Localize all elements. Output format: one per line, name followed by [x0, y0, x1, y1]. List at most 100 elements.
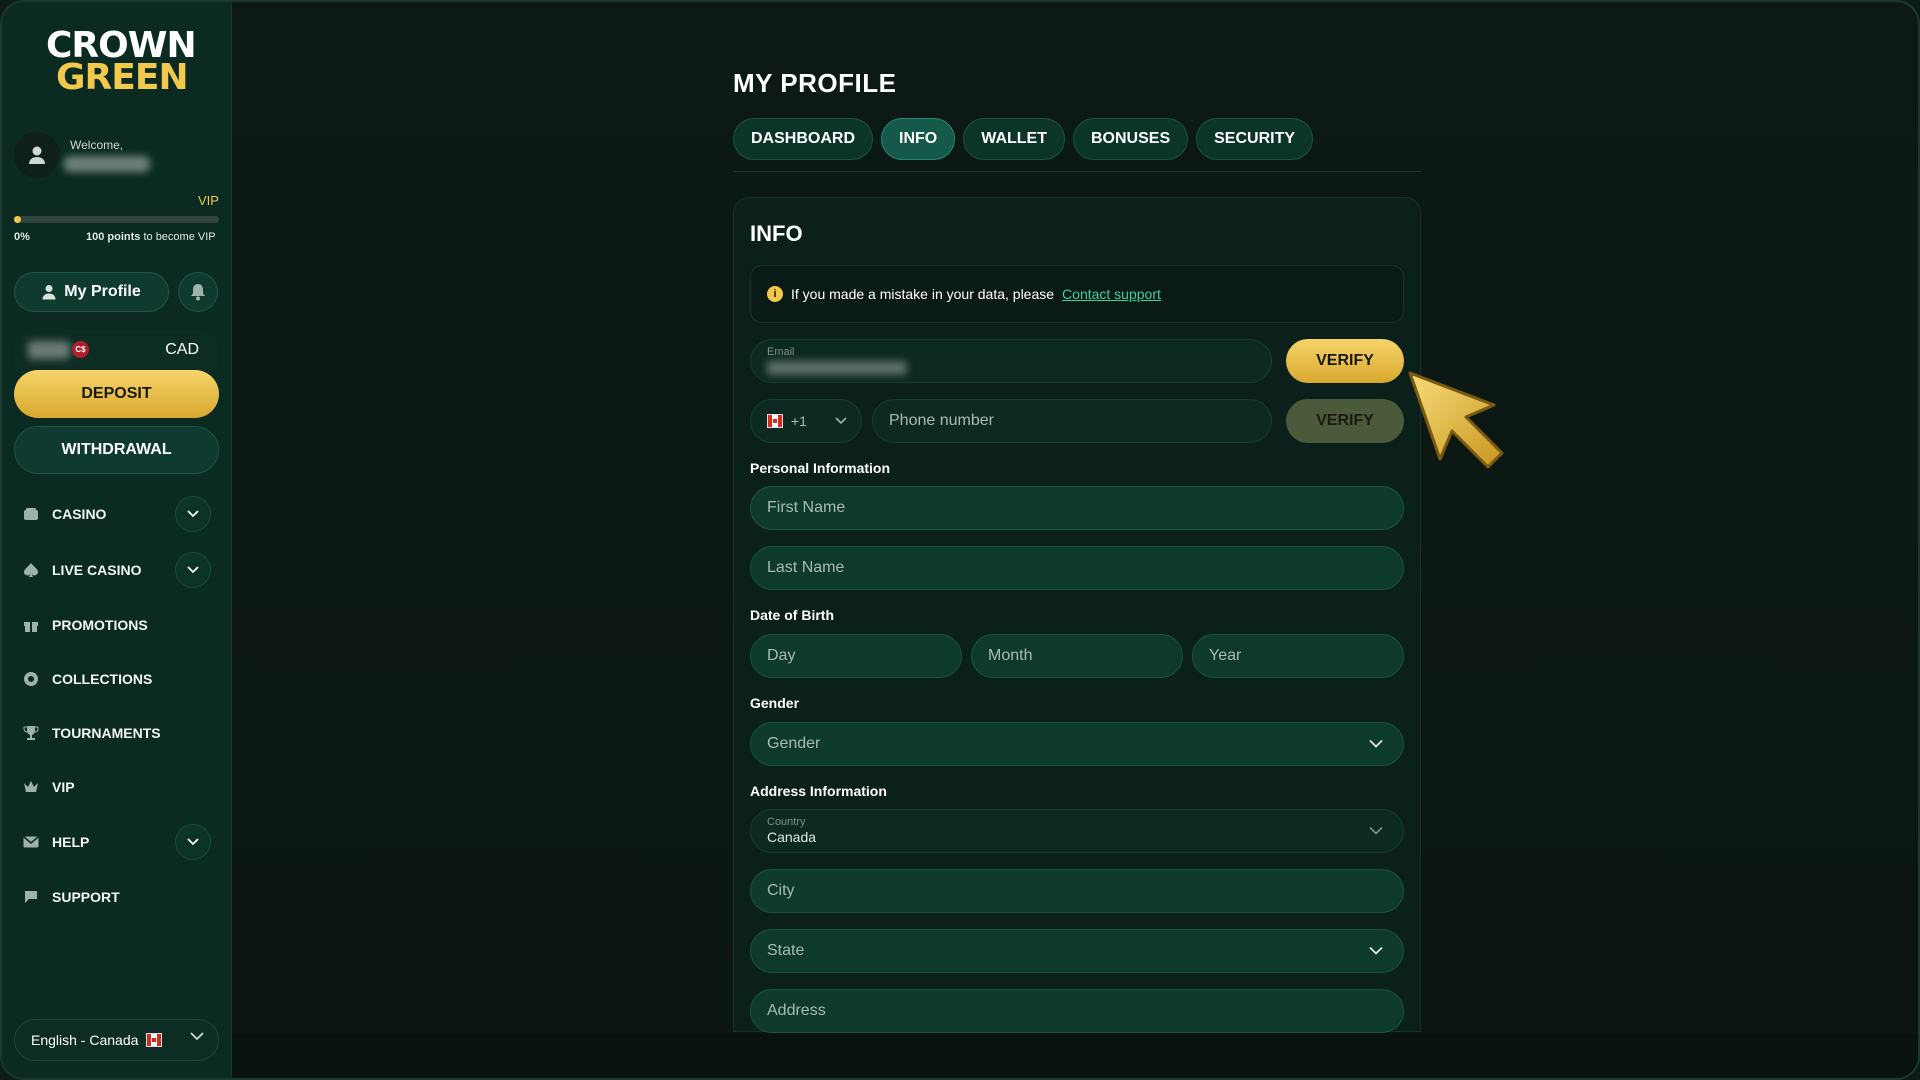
- vip-points-text: 100 points to become VIP: [86, 231, 216, 243]
- nav-label: TOURNAMENTS: [52, 725, 161, 741]
- tab-bonuses[interactable]: BONUSES: [1072, 118, 1189, 160]
- last-name-input[interactable]: Last Name: [750, 546, 1404, 590]
- casino-icon: [22, 505, 40, 523]
- gender-select[interactable]: Gender: [750, 722, 1404, 766]
- tab-security[interactable]: SECURITY: [1196, 118, 1314, 160]
- city-input[interactable]: City: [750, 869, 1404, 913]
- chevron-down-icon: [187, 510, 199, 518]
- deposit-button[interactable]: DEPOSIT: [14, 370, 219, 418]
- avatar[interactable]: [14, 132, 60, 178]
- gift-icon: [22, 616, 40, 634]
- verify-phone-button[interactable]: VERIFY: [1286, 399, 1404, 443]
- trophy-icon: [22, 724, 40, 742]
- language-label: English - Canada: [31, 1032, 139, 1048]
- dob-day-input[interactable]: Day: [750, 634, 962, 678]
- phone-code: +1: [791, 413, 807, 429]
- canada-flag-icon: [767, 414, 783, 428]
- welcome-text: Welcome,: [70, 138, 124, 152]
- balance-display: C$ CAD: [14, 330, 219, 372]
- help-expand-button[interactable]: [175, 824, 211, 860]
- dob-month-input[interactable]: Month: [971, 634, 1183, 678]
- notifications-button[interactable]: [178, 272, 218, 312]
- chevron-down-icon: [835, 417, 847, 425]
- vip-label: VIP: [198, 193, 219, 208]
- country-value: Canada: [767, 829, 817, 845]
- user-icon: [29, 146, 45, 164]
- phone-number-input[interactable]: Phone number: [872, 399, 1272, 443]
- country-select[interactable]: Country Canada: [750, 809, 1404, 853]
- withdrawal-button[interactable]: WITHDRAWAL: [14, 426, 219, 474]
- phone-code-select[interactable]: +1: [750, 399, 862, 443]
- personal-info-label: Personal Information: [750, 460, 891, 476]
- vip-points-strong: 100 points: [86, 231, 141, 243]
- language-selector[interactable]: English - Canada: [14, 1019, 219, 1061]
- nav-label: VIP: [52, 779, 75, 795]
- dob-year-input[interactable]: Year: [1192, 634, 1404, 678]
- user-icon: [42, 285, 56, 300]
- address-info-label: Address Information: [750, 783, 887, 799]
- gender-label: Gender: [750, 695, 800, 711]
- city-placeholder: City: [767, 882, 795, 899]
- nav-item-tournaments[interactable]: TOURNAMENTS: [22, 714, 217, 752]
- email-field[interactable]: Email: [750, 339, 1272, 383]
- tabs-divider: [733, 171, 1421, 172]
- nav-item-vip[interactable]: VIP: [22, 768, 217, 806]
- info-icon: i: [767, 286, 783, 302]
- verify-email-button[interactable]: VERIFY: [1286, 339, 1404, 383]
- email-redacted: [767, 361, 907, 375]
- profile-tabs: DASHBOARD INFO WALLET BONUSES SECURITY: [733, 118, 1314, 160]
- first-name-input[interactable]: First Name: [750, 486, 1404, 530]
- currency-code: CAD: [165, 341, 199, 358]
- address-placeholder: Address: [767, 1002, 826, 1019]
- casino-expand-button[interactable]: [175, 496, 211, 532]
- user-block: Welcome,: [14, 132, 220, 182]
- chevron-down-icon: [187, 838, 199, 846]
- nav-label: PROMOTIONS: [52, 617, 148, 633]
- nav-item-support[interactable]: SUPPORT: [22, 878, 217, 916]
- nav-label: CASINO: [52, 506, 107, 522]
- tab-wallet[interactable]: WALLET: [963, 118, 1065, 160]
- last-name-placeholder: Last Name: [767, 559, 845, 576]
- chevron-down-icon: [1369, 739, 1383, 748]
- vip-progress-fill: [14, 216, 21, 223]
- live-casino-expand-button[interactable]: [175, 552, 211, 588]
- dob-label: Date of Birth: [750, 607, 834, 623]
- nav-item-collections[interactable]: COLLECTIONS: [22, 660, 217, 698]
- gender-placeholder: Gender: [767, 735, 821, 752]
- nav-item-promotions[interactable]: PROMOTIONS: [22, 606, 217, 644]
- logo[interactable]: CROWN GREEN: [46, 28, 197, 98]
- my-profile-label: My Profile: [64, 283, 141, 300]
- country-label: Country: [767, 816, 806, 828]
- username-redacted: [64, 156, 150, 172]
- spade-icon: [22, 561, 40, 579]
- chat-icon: [22, 888, 40, 906]
- tab-dashboard[interactable]: DASHBOARD: [733, 118, 873, 160]
- crown-icon: [22, 778, 40, 796]
- first-name-placeholder: First Name: [767, 499, 846, 516]
- my-profile-button[interactable]: My Profile: [14, 272, 169, 312]
- state-select[interactable]: State: [750, 929, 1404, 973]
- nav-item-casino[interactable]: CASINO: [22, 495, 217, 533]
- collections-icon: [22, 670, 40, 688]
- day-placeholder: Day: [767, 647, 796, 664]
- chevron-down-icon: [1369, 946, 1383, 955]
- pointer-cursor-icon: [1408, 371, 1504, 469]
- nav-label: HELP: [52, 834, 90, 850]
- tab-info[interactable]: INFO: [881, 118, 956, 160]
- contact-support-link[interactable]: Contact support: [1062, 286, 1161, 302]
- app-window: CROWN GREEN Welcome, VIP 0% 100 points t…: [0, 0, 1920, 1080]
- nav-label: COLLECTIONS: [52, 671, 153, 687]
- logo-line2: GREEN: [56, 57, 189, 98]
- vip-progress-percent: 0%: [14, 231, 30, 243]
- nav-item-live-casino[interactable]: LIVE CASINO: [22, 551, 217, 589]
- page-title: MY PROFILE: [733, 68, 897, 98]
- bell-icon: [191, 284, 205, 301]
- balance-redacted: [28, 341, 70, 359]
- info-notice: i If you made a mistake in your data, pl…: [750, 265, 1404, 323]
- month-placeholder: Month: [988, 647, 1033, 664]
- year-placeholder: Year: [1209, 647, 1242, 664]
- currency-badge: C$: [72, 341, 89, 358]
- notice-text: If you made a mistake in your data, plea…: [791, 286, 1055, 302]
- address-input[interactable]: Address: [750, 989, 1404, 1033]
- nav-item-help[interactable]: HELP: [22, 823, 217, 861]
